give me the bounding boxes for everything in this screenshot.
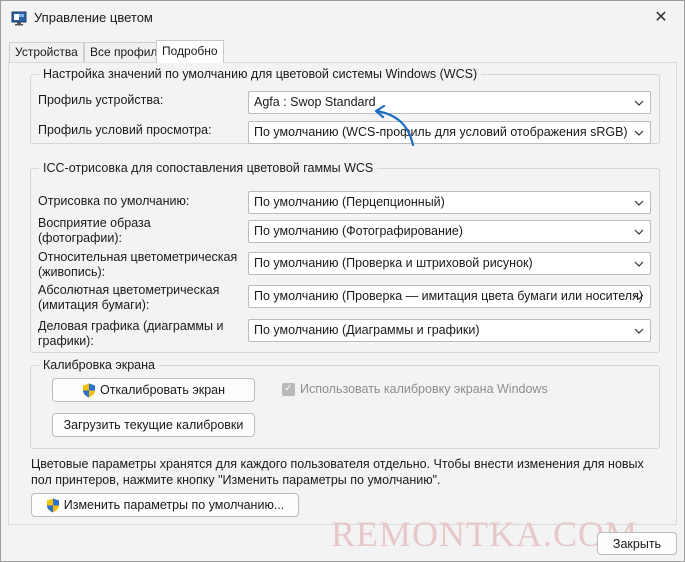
viewing-conditions-combo[interactable]: По умолчанию (WCS-профиль для условий от… (248, 121, 651, 144)
relative-colorimetric-value: По умолчанию (Проверка и штриховой рисун… (254, 256, 533, 270)
absolute-colorimetric-label: Абсолютная цветометрическая (имитация бу… (38, 283, 220, 312)
chevron-down-icon (634, 130, 644, 136)
absolute-colorimetric-value: По умолчанию (Проверка — имитация цвета … (254, 289, 644, 303)
viewing-conditions-label: Профиль условий просмотра: (38, 123, 212, 137)
uac-shield-icon (46, 498, 59, 512)
color-management-window: Управление цветом ✕ Устройства Все профи… (0, 0, 685, 562)
window-title: Управление цветом (34, 10, 153, 25)
chevron-down-icon (634, 294, 644, 300)
change-defaults-label: Изменить параметры по умолчанию... (63, 498, 285, 512)
chevron-down-icon (634, 200, 644, 206)
relative-colorimetric-label: Относительная цветометрическая (живопись… (38, 250, 238, 279)
absolute-colorimetric-combo[interactable]: По умолчанию (Проверка — имитация цвета … (248, 285, 651, 308)
checkmark-icon: ✓ (282, 382, 295, 396)
device-profile-value: Agfa : Swop Standard (254, 95, 376, 109)
close-icon: ✕ (654, 9, 668, 26)
perceptual-label: Восприятие образа (фотографии): (38, 216, 151, 245)
change-defaults-button[interactable]: Изменить параметры по умолчанию... (31, 493, 299, 517)
load-calibrations-label: Загрузить текущие калибровки (63, 418, 244, 432)
uac-shield-icon (82, 383, 95, 397)
close-button-label: Закрыть (612, 536, 662, 551)
default-rendering-label: Отрисовка по умолчанию: (38, 194, 190, 208)
color-management-app-icon (11, 11, 27, 26)
tab-devices[interactable]: Устройства (9, 42, 84, 62)
perceptual-value: По умолчанию (Фотографирование) (254, 224, 463, 238)
use-windows-calibration-label: Использовать калибровку экрана Windows (300, 382, 548, 396)
wcs-defaults-legend: Настройка значений по умолчанию для цвет… (39, 67, 482, 81)
business-graphics-label: Деловая графика (диаграммы и графики): (38, 319, 224, 348)
load-calibrations-button[interactable]: Загрузить текущие калибровки (52, 413, 255, 437)
watermark: REMONTKA.COM (331, 514, 639, 554)
device-profile-combo[interactable]: Agfa : Swop Standard (248, 91, 651, 114)
chevron-down-icon (634, 229, 644, 235)
annotation-arrow-icon (374, 105, 415, 147)
calibrate-display-label: Откалибровать экран (99, 383, 226, 397)
title-bar: Управление цветом ✕ (1, 1, 684, 35)
relative-colorimetric-combo[interactable]: По умолчанию (Проверка и штриховой рисун… (248, 252, 651, 275)
calibration-legend: Калибровка экрана (39, 358, 159, 372)
per-user-info-text: Цветовые параметры хранятся для каждого … (31, 457, 644, 487)
chevron-down-icon (634, 261, 644, 267)
viewing-conditions-value: По умолчанию (WCS-профиль для условий от… (254, 125, 628, 139)
business-graphics-value: По умолчанию (Диаграммы и графики) (254, 323, 480, 337)
perceptual-combo[interactable]: По умолчанию (Фотографирование) (248, 220, 651, 243)
calibrate-display-button[interactable]: Откалибровать экран (52, 378, 255, 402)
window-close-button[interactable]: ✕ (638, 1, 684, 33)
business-graphics-combo[interactable]: По умолчанию (Диаграммы и графики) (248, 319, 651, 342)
tab-advanced[interactable]: Подробно (156, 40, 224, 63)
default-rendering-combo[interactable]: По умолчанию (Перцепционный) (248, 191, 651, 214)
chevron-down-icon (634, 100, 644, 106)
use-windows-calibration-checkbox[interactable]: ✓ Использовать калибровку экрана Windows (282, 382, 548, 396)
close-button[interactable]: Закрыть (597, 532, 677, 555)
device-profile-label: Профиль устройства: (38, 93, 164, 107)
default-rendering-value: По умолчанию (Перцепционный) (254, 195, 445, 209)
icc-mapping-legend: ICC-отрисовка для сопоставления цветовой… (39, 161, 378, 175)
chevron-down-icon (634, 328, 644, 334)
